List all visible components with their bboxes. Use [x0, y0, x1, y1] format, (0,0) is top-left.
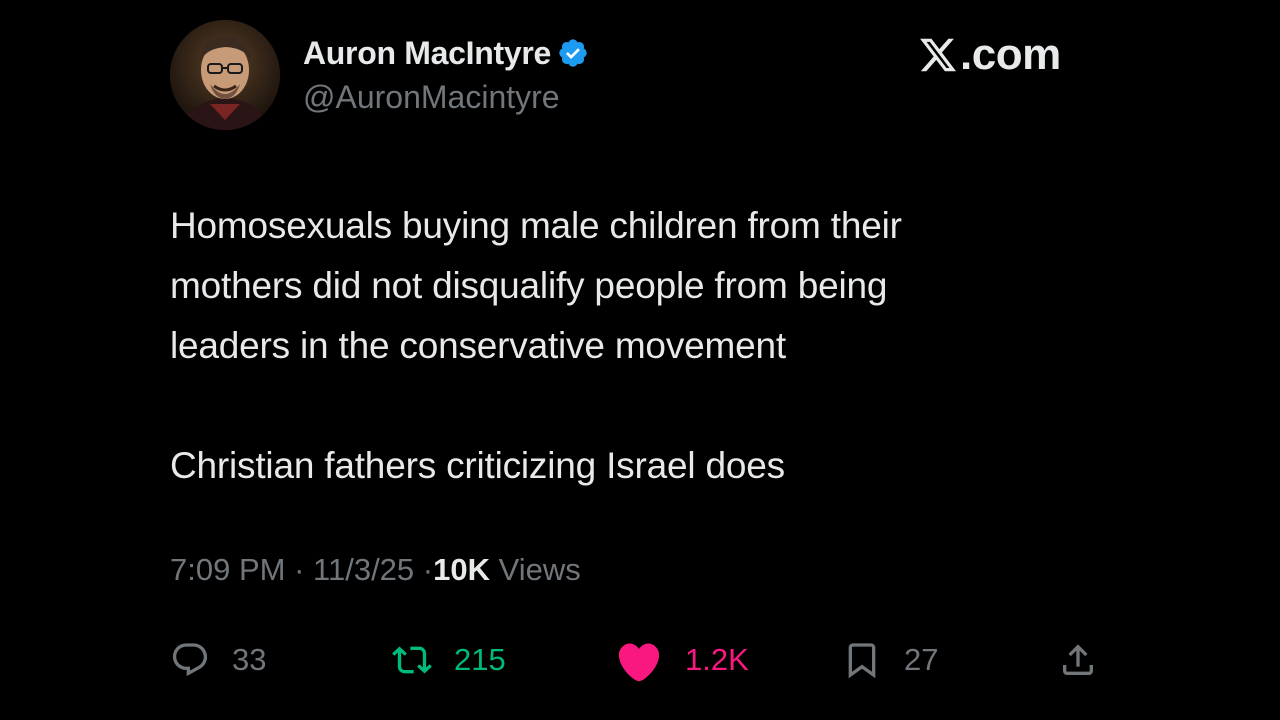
share-button[interactable]	[1058, 632, 1098, 688]
views-label: Views	[498, 552, 581, 587]
x-logo-icon	[918, 35, 958, 75]
reply-count: 33	[232, 642, 267, 677]
share-icon	[1058, 640, 1098, 680]
author-display-name[interactable]: Auron MacIntyre	[303, 35, 551, 72]
views-count: 10K	[433, 552, 490, 587]
meta-separator: ·	[422, 552, 434, 587]
bookmark-icon	[842, 638, 882, 682]
tweet-line: leaders in the conservative movement	[170, 325, 786, 366]
action-bar: 33 215 1.2K 27	[170, 632, 1110, 688]
author-name-row[interactable]: Auron MacIntyre	[303, 32, 589, 74]
tweet-line: Christian fathers criticizing Israel doe…	[170, 445, 785, 486]
tweet-text: Homosexuals buying male children from th…	[170, 196, 1110, 496]
brand-domain-text: .com	[960, 30, 1061, 79]
author-handle[interactable]: @AuronMacintyre	[303, 79, 560, 116]
tweet-time[interactable]: 7:09 PM	[170, 552, 285, 587]
tweet-meta: 7:09 PM · 11/3/25 ·10K Views	[170, 552, 581, 588]
retweet-button[interactable]: 215	[392, 632, 506, 688]
retweet-count: 215	[454, 642, 506, 677]
bookmark-button[interactable]: 27	[842, 632, 938, 688]
heart-icon	[615, 638, 663, 682]
brand-watermark: .com	[918, 30, 1061, 80]
reply-button[interactable]: 33	[170, 632, 266, 688]
bookmark-count: 27	[904, 642, 939, 677]
like-count: 1.2K	[685, 642, 749, 677]
tweet-date[interactable]: 11/3/25	[313, 552, 414, 587]
tweet-line: mothers did not disqualify people from b…	[170, 265, 888, 306]
verified-badge-icon	[557, 37, 589, 69]
tweet-line: Homosexuals buying male children from th…	[170, 205, 902, 246]
meta-separator: ·	[294, 552, 305, 587]
avatar[interactable]	[170, 20, 280, 130]
profile-photo	[170, 20, 280, 130]
reply-icon	[170, 640, 210, 680]
like-button[interactable]: 1.2K	[615, 632, 749, 688]
retweet-icon	[392, 640, 432, 680]
